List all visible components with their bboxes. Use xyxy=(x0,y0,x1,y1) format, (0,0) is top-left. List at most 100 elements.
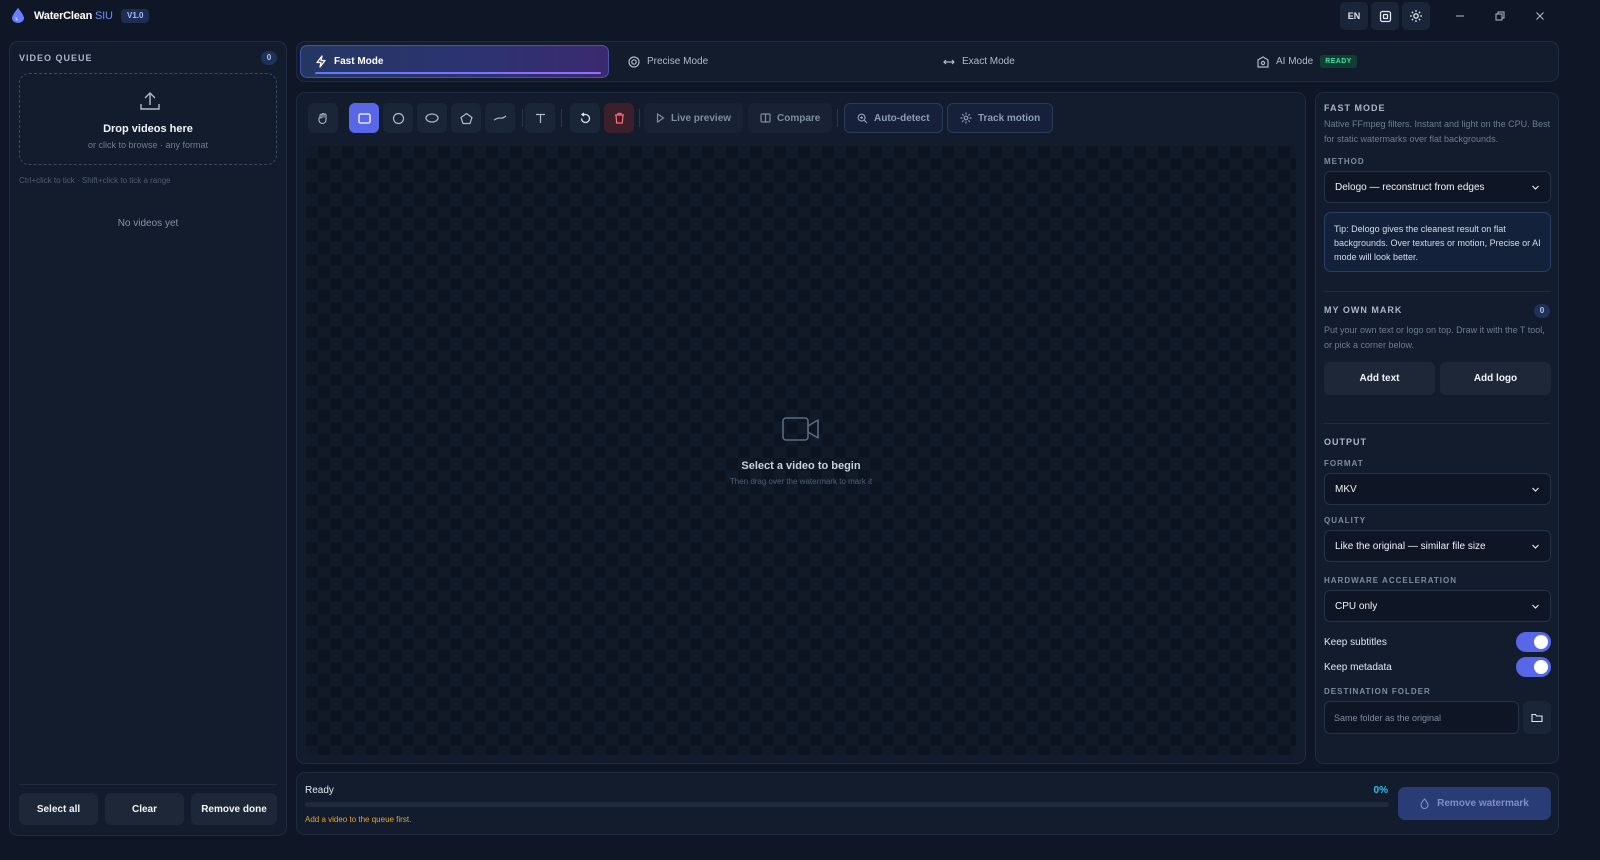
minimize-icon xyxy=(1455,11,1465,21)
settings-panel: FAST MODE Native FFmpeg filters. Instant… xyxy=(1315,92,1559,764)
fast-mode-heading: FAST MODE xyxy=(1324,103,1386,113)
remove-done-button[interactable]: Remove done xyxy=(191,793,277,825)
own-mark-description: Put your own text or logo on top. Draw i… xyxy=(1324,325,1545,350)
play-icon xyxy=(656,113,665,123)
ellipse-tool[interactable] xyxy=(417,103,447,133)
circle-tool[interactable] xyxy=(383,103,413,133)
video-stage[interactable]: Select a video to begin Then drag over t… xyxy=(306,146,1296,755)
rectangle-tool[interactable] xyxy=(349,103,379,133)
magnifier-icon xyxy=(857,113,868,124)
app-title: WaterClean SIU xyxy=(34,10,113,22)
clear-button[interactable]: Clear xyxy=(105,793,184,825)
track-motion-button[interactable]: Track motion xyxy=(947,103,1054,133)
progress-bar xyxy=(305,802,1389,807)
polygon-icon xyxy=(459,112,473,125)
close-button[interactable] xyxy=(1526,4,1554,28)
quality-select[interactable]: Like the original — similar file size xyxy=(1324,530,1551,562)
queue-empty-text: No videos yet xyxy=(117,218,179,229)
tab-precise-mode[interactable]: Precise Mode xyxy=(628,45,708,78)
method-value: Delogo — reconstruct from edges xyxy=(1335,181,1485,193)
upload-icon xyxy=(139,90,161,112)
method-select[interactable]: Delogo — reconstruct from edges xyxy=(1324,171,1551,203)
canvas-panel: Live preview Compare Auto-detect Track m… xyxy=(296,92,1306,764)
polygon-tool[interactable] xyxy=(451,103,481,133)
screenshot-button[interactable] xyxy=(1371,2,1399,30)
delete-button[interactable] xyxy=(604,103,634,133)
video-dropzone[interactable]: Drop videos here or click to browse · an… xyxy=(19,73,277,165)
tab-fast-mode-label: Fast Mode xyxy=(334,56,384,67)
grid-icon xyxy=(1379,10,1392,23)
video-queue-panel: VIDEO QUEUE 0 Drop videos here or click … xyxy=(9,41,287,836)
divider xyxy=(19,784,277,785)
keep-subtitles-label: Keep subtitles xyxy=(1324,637,1387,648)
tab-exact-mode[interactable]: Exact Mode xyxy=(943,45,1015,78)
method-label: METHOD xyxy=(1324,157,1365,166)
drop-subtitle: or click to browse · any format xyxy=(87,140,209,150)
keep-metadata-label: Keep metadata xyxy=(1324,662,1392,673)
add-logo-button[interactable]: Add logo xyxy=(1440,362,1551,395)
live-preview-label: Live preview xyxy=(671,112,732,124)
status-bar: Ready 0% Add a video to the queue first.… xyxy=(296,772,1559,835)
ai-chip-icon xyxy=(1257,55,1269,68)
undo-button[interactable] xyxy=(570,103,600,133)
hand-icon xyxy=(317,112,329,125)
live-preview-button[interactable]: Live preview xyxy=(644,103,744,133)
active-tab-indicator xyxy=(315,72,601,74)
tab-fast-mode[interactable]: Fast Mode xyxy=(300,45,609,78)
own-mark-heading: MY OWN MARK xyxy=(1324,305,1403,315)
chevron-down-icon xyxy=(1531,602,1540,611)
auto-detect-label: Auto-detect xyxy=(874,112,930,124)
tab-ai-mode-label: AI Mode xyxy=(1276,56,1314,67)
brush-tool[interactable] xyxy=(485,103,515,133)
fast-mode-description: Native FFmpeg filters. Instant and light… xyxy=(1324,119,1551,144)
stage-subtitle: Then drag over the watermark to mark it xyxy=(729,477,873,486)
add-text-button[interactable]: Add text xyxy=(1324,362,1435,395)
hardware-acceleration-value: CPU only xyxy=(1335,600,1378,612)
brush-icon xyxy=(493,114,507,122)
minimize-button[interactable] xyxy=(1446,4,1474,28)
own-mark-count-badge: 0 xyxy=(1534,304,1550,318)
divider xyxy=(1324,423,1551,424)
tab-exact-mode-label: Exact Mode xyxy=(962,56,1015,67)
format-label: FORMAT xyxy=(1324,459,1364,468)
output-heading: OUTPUT xyxy=(1324,437,1367,447)
trash-icon xyxy=(614,112,625,124)
keep-metadata-toggle[interactable] xyxy=(1516,657,1551,677)
restore-button[interactable] xyxy=(1486,4,1514,28)
track-motion-label: Track motion xyxy=(978,112,1041,124)
keep-subtitles-toggle[interactable] xyxy=(1516,632,1551,652)
rectangle-icon xyxy=(357,112,371,124)
chevron-down-icon xyxy=(1531,485,1540,494)
motion-icon xyxy=(960,112,972,124)
queue-heading: VIDEO QUEUE xyxy=(19,53,93,63)
destination-folder-input[interactable]: Same folder as the original xyxy=(1324,701,1519,734)
auto-detect-button[interactable]: Auto-detect xyxy=(844,103,943,133)
toggle-knob xyxy=(1534,660,1548,674)
video-camera-icon xyxy=(782,416,820,442)
hand-tool[interactable] xyxy=(308,103,338,133)
text-tool[interactable] xyxy=(525,103,555,133)
browse-folder-button[interactable] xyxy=(1523,701,1551,734)
settings-button[interactable] xyxy=(1402,2,1430,30)
quality-label: QUALITY xyxy=(1324,516,1367,525)
format-select[interactable]: MKV xyxy=(1324,473,1551,505)
lightning-icon xyxy=(315,55,327,68)
undo-icon xyxy=(579,111,592,125)
tab-ai-mode[interactable]: AI Mode READY xyxy=(1257,45,1357,78)
hardware-acceleration-select[interactable]: CPU only xyxy=(1324,590,1551,622)
toolbar-separator xyxy=(837,109,838,127)
select-all-button[interactable]: Select all xyxy=(19,793,98,825)
ai-ready-badge: READY xyxy=(1320,55,1357,68)
target-icon xyxy=(628,55,640,68)
remove-watermark-button[interactable]: Remove watermark xyxy=(1398,787,1551,820)
close-icon xyxy=(1535,11,1545,21)
chevron-down-icon xyxy=(1531,183,1540,192)
toolbar-separator xyxy=(639,109,640,127)
queue-count-badge: 0 xyxy=(261,51,277,65)
language-button[interactable]: EN xyxy=(1340,2,1368,30)
text-icon xyxy=(535,113,546,124)
status-text: Ready xyxy=(305,785,334,796)
compare-button[interactable]: Compare xyxy=(748,103,833,133)
quality-value: Like the original — similar file size xyxy=(1335,540,1486,552)
hardware-acceleration-label: HARDWARE ACCELERATION xyxy=(1324,576,1457,585)
